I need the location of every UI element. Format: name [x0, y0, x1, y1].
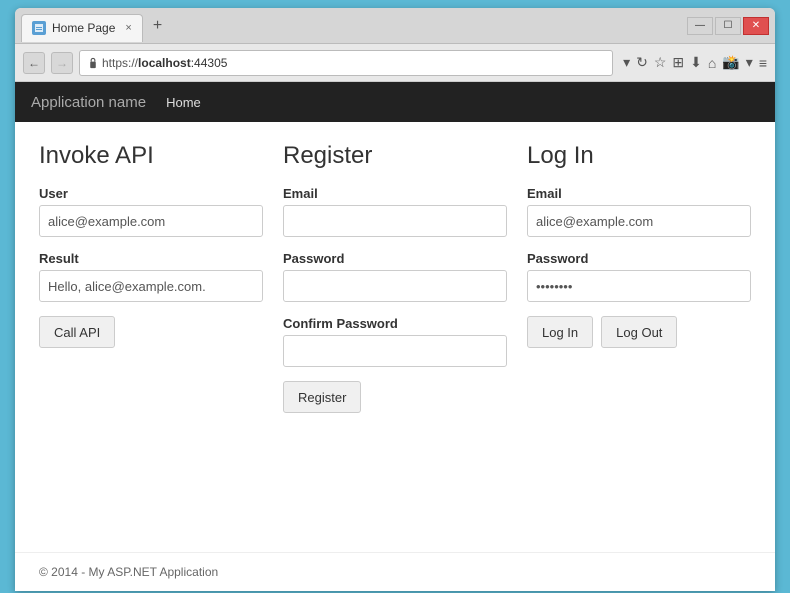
- new-tab-button[interactable]: +: [147, 15, 168, 37]
- login-title: Log In: [527, 142, 751, 170]
- register-email-group: Email: [283, 186, 507, 237]
- hamburger-icon[interactable]: ≡: [759, 55, 767, 71]
- result-field-group: Result Hello, alice@example.com.: [39, 251, 263, 302]
- user-field-group: User: [39, 186, 263, 237]
- url-bar[interactable]: https://localhost:44305: [79, 50, 613, 76]
- toolbar-icons: ▾ ↻ ☆ ⊞ ⬇ ⌂ 📸 ▾ ≡: [623, 54, 767, 71]
- camera-icon[interactable]: 📸: [722, 54, 739, 71]
- register-button[interactable]: Register: [283, 381, 361, 413]
- invoke-api-section: Invoke API User Result Hello, alice@exam…: [39, 142, 283, 413]
- login-password-group: Password: [527, 251, 751, 302]
- star-icon[interactable]: ☆: [654, 54, 667, 71]
- download-icon[interactable]: ⬇: [690, 54, 702, 71]
- tab-title: Home Page: [52, 21, 115, 35]
- nav-link-home[interactable]: Home: [166, 95, 201, 110]
- tab-close-button[interactable]: ×: [125, 22, 131, 34]
- register-password-input[interactable]: [283, 270, 507, 302]
- login-email-input[interactable]: [527, 205, 751, 237]
- register-password-label: Password: [283, 251, 507, 266]
- result-display: Hello, alice@example.com.: [39, 270, 263, 302]
- result-label: Result: [39, 251, 263, 266]
- logout-button[interactable]: Log Out: [601, 316, 677, 348]
- register-password-group: Password: [283, 251, 507, 302]
- url-port: :44305: [191, 56, 228, 70]
- url-text: https://localhost:44305: [102, 56, 227, 70]
- footer-text: © 2014 - My ASP.NET Application: [39, 565, 218, 579]
- invoke-api-title: Invoke API: [39, 142, 263, 170]
- login-button-row: Log In Log Out: [527, 316, 751, 348]
- login-button[interactable]: Log In: [527, 316, 593, 348]
- login-password-input[interactable]: [527, 270, 751, 302]
- login-section: Log In Email Password Log In Log Out: [527, 142, 751, 413]
- url-scheme: https://: [102, 56, 138, 70]
- page-footer: © 2014 - My ASP.NET Application: [15, 552, 775, 591]
- home-icon[interactable]: ⌂: [708, 55, 716, 71]
- register-email-label: Email: [283, 186, 507, 201]
- close-button[interactable]: ✕: [743, 17, 769, 35]
- page-content: Invoke API User Result Hello, alice@exam…: [15, 122, 775, 552]
- window-controls: — ☐ ✕: [687, 17, 769, 35]
- url-host: localhost: [138, 56, 191, 70]
- refresh-icon[interactable]: ↻: [636, 54, 648, 71]
- login-password-label: Password: [527, 251, 751, 266]
- login-email-group: Email: [527, 186, 751, 237]
- nav-bar: Application name Home: [15, 82, 775, 122]
- dropdown-icon[interactable]: ▾: [623, 54, 630, 71]
- login-email-label: Email: [527, 186, 751, 201]
- back-button[interactable]: ←: [23, 52, 45, 74]
- browser-window: Home Page × + — ☐ ✕ ← → https://localhos…: [15, 8, 775, 591]
- call-api-button[interactable]: Call API: [39, 316, 115, 348]
- user-label: User: [39, 186, 263, 201]
- lock-icon: [88, 57, 98, 69]
- title-bar: Home Page × + — ☐ ✕: [15, 8, 775, 44]
- user-input[interactable]: [39, 205, 263, 237]
- confirm-password-input[interactable]: [283, 335, 507, 367]
- columns-layout: Invoke API User Result Hello, alice@exam…: [39, 142, 751, 413]
- register-email-input[interactable]: [283, 205, 507, 237]
- register-section: Register Email Password Confirm Password…: [283, 142, 527, 413]
- tab-favicon: [32, 21, 46, 35]
- confirm-password-group: Confirm Password: [283, 316, 507, 367]
- reader-icon[interactable]: ⊞: [672, 54, 684, 71]
- address-bar: ← → https://localhost:44305 ▾ ↻ ☆ ⊞ ⬇ ⌂ …: [15, 44, 775, 82]
- forward-button[interactable]: →: [51, 52, 73, 74]
- confirm-password-label: Confirm Password: [283, 316, 507, 331]
- minimize-button[interactable]: —: [687, 17, 713, 35]
- maximize-button[interactable]: ☐: [715, 17, 741, 35]
- menu-dropdown-icon[interactable]: ▾: [746, 54, 753, 71]
- register-title: Register: [283, 142, 507, 170]
- browser-tab[interactable]: Home Page ×: [21, 14, 143, 42]
- nav-brand: Application name: [31, 94, 146, 111]
